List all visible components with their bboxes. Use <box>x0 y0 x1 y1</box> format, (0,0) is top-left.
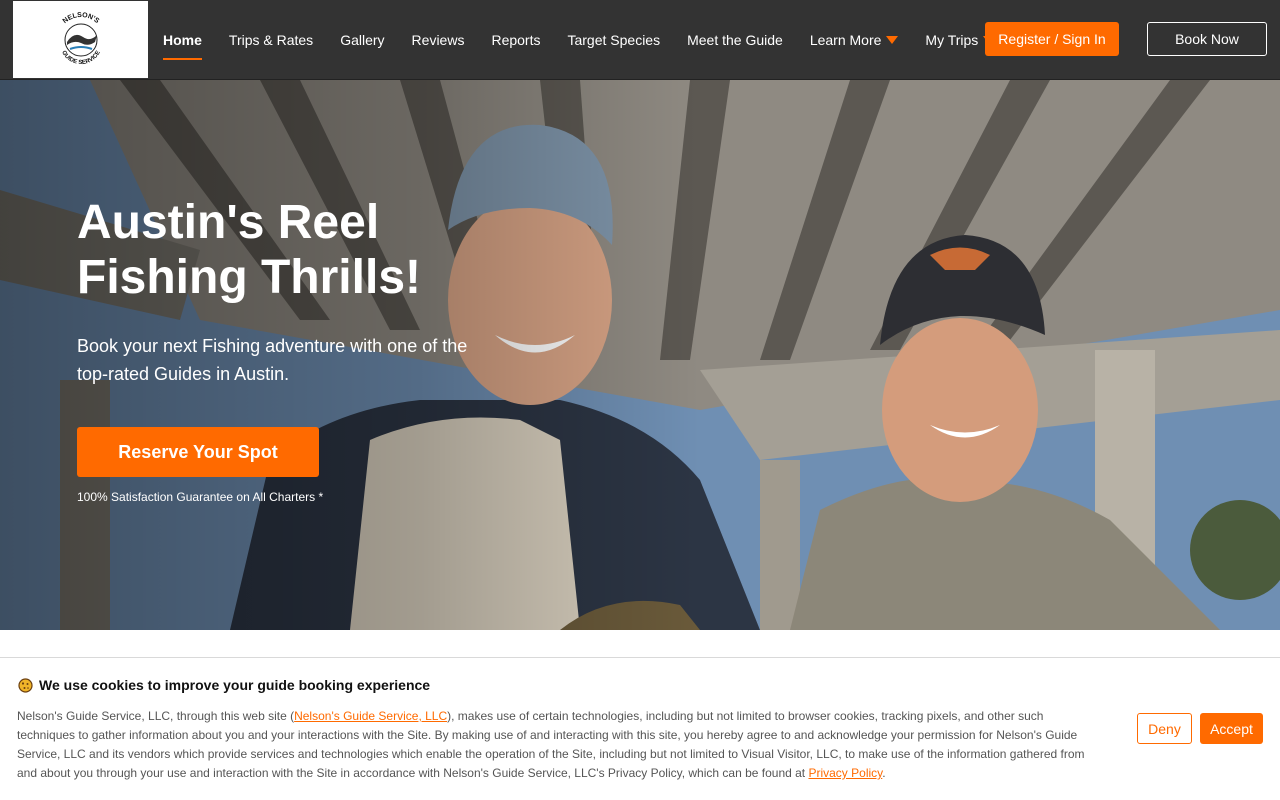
cookie-icon <box>18 677 33 693</box>
reserve-your-spot-button[interactable]: Reserve Your Spot <box>77 427 319 477</box>
hero-subtitle-line-2: top-rated Guides in Austin. <box>77 364 290 384</box>
hero-section: Austin's Reel Fishing Thrills! Book your… <box>0 80 1280 630</box>
nav-meet-the-guide[interactable]: Meet the Guide <box>687 0 783 80</box>
nav-reports[interactable]: Reports <box>491 0 540 80</box>
cookie-consent-banner: We use cookies to improve your guide boo… <box>0 657 1280 800</box>
nelsons-guide-service-logo-icon: NELSON'S GUIDE SERVICE <box>60 11 102 65</box>
privacy-policy-link[interactable]: Privacy Policy <box>808 766 882 780</box>
caret-down-icon <box>886 36 899 44</box>
logo[interactable]: NELSON'S GUIDE SERVICE <box>13 1 148 78</box>
hero-title-line-2: Fishing Thrills! <box>77 251 421 304</box>
hero-title-line-1: Austin's Reel <box>77 196 380 249</box>
top-navbar: NELSON'S GUIDE SERVICE Home Trips & Rate… <box>0 0 1280 80</box>
book-now-button[interactable]: Book Now <box>1147 22 1267 56</box>
cookie-banner-heading: We use cookies to improve your guide boo… <box>18 677 430 693</box>
cookie-text-part-1: Nelson's Guide Service, LLC, through thi… <box>17 709 295 723</box>
cookie-text-end: . <box>882 766 886 780</box>
nav-home[interactable]: Home <box>163 0 202 80</box>
register-sign-in-button[interactable]: Register / Sign In <box>985 22 1119 56</box>
cookie-banner-body: Nelson's Guide Service, LLC, through thi… <box>17 707 1097 783</box>
main-nav: Home Trips & Rates Gallery Reviews Repor… <box>163 0 1022 80</box>
nav-gallery[interactable]: Gallery <box>340 0 384 80</box>
satisfaction-guarantee-text: 100% Satisfaction Guarantee on All Chart… <box>77 490 324 504</box>
nav-learn-more[interactable]: Learn More <box>810 0 899 80</box>
nav-reviews[interactable]: Reviews <box>412 0 465 80</box>
hero-subtitle: Book your next Fishing adventure with on… <box>77 332 497 388</box>
deny-cookies-button[interactable]: Deny <box>1137 713 1192 744</box>
nav-target-species[interactable]: Target Species <box>567 0 660 80</box>
svg-text:NELSON'S: NELSON'S <box>61 11 100 24</box>
nav-trips-rates[interactable]: Trips & Rates <box>229 0 313 80</box>
site-link[interactable]: Nelson's Guide Service, LLC <box>294 709 447 723</box>
logo-text-top: NELSON'S <box>61 11 100 24</box>
hero-title: Austin's Reel Fishing Thrills! <box>77 195 597 305</box>
nav-my-trips-label: My Trips <box>925 32 979 48</box>
hero-subtitle-line-1: Book your next Fishing adventure with on… <box>77 336 468 356</box>
cookie-banner-title: We use cookies to improve your guide boo… <box>39 677 431 693</box>
accept-cookies-button[interactable]: Accept <box>1200 713 1263 744</box>
nav-learn-more-label: Learn More <box>809 32 882 48</box>
